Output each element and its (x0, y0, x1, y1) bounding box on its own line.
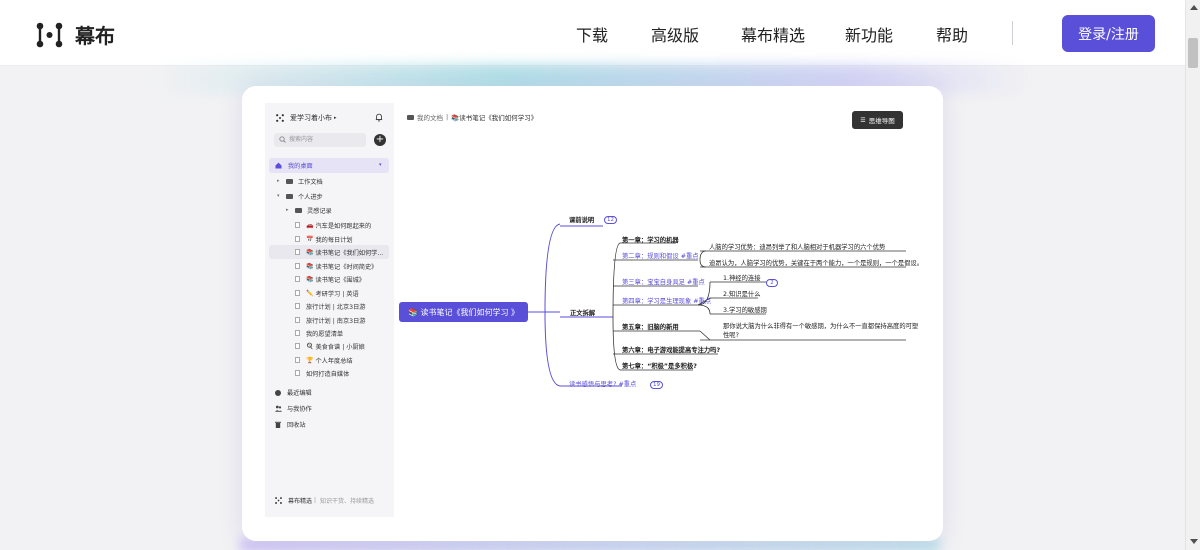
node-ch4-a[interactable]: 1.神经的连接 (723, 273, 761, 282)
node-ch4[interactable]: 第四章：学习是生理现象 #重点 (622, 296, 711, 305)
node-intro-badge[interactable]: 12 (604, 216, 617, 224)
tag-important[interactable]: #重点 (681, 253, 699, 260)
node-ch3-label: 第三章：宝宝自身具足 (622, 279, 685, 286)
node-ch5-b[interactable]: 那你说大脑为什么非得有一个敏感期，为什么不一直都保持高度的可塑 (723, 321, 918, 330)
tag-important[interactable]: #重点 (687, 279, 705, 286)
node-ch2-b[interactable]: 迪昂认为，人脑学习的优势，关键在于两个能力，一个是规则，一个是假设。 (709, 258, 923, 267)
node-ch4-b[interactable]: 2.知识是什么 (723, 289, 761, 298)
node-ch3[interactable]: 第三章：宝宝自身具足 #重点 (622, 277, 705, 286)
mindmap-root-node[interactable]: 📚 读书笔记《我们如何学习 》 (399, 302, 528, 322)
node-ch6[interactable]: 第六章：电子游戏能提高专注力吗? (622, 345, 720, 354)
node-ch4-label: 第四章：学习是生理现象 (622, 298, 692, 305)
node-intro[interactable]: 课前说明 (569, 215, 594, 224)
node-reflect-label: 读书感悟与思考? (569, 381, 617, 388)
mindmap-connectors (528, 223, 906, 387)
node-ch1[interactable]: 第一章：学习的机器 (622, 235, 679, 244)
node-main[interactable]: 正文拆解 (570, 308, 595, 317)
node-ch4-badge[interactable]: 2 (766, 279, 778, 287)
node-reflect[interactable]: 读书感悟与思考? #重点 (569, 379, 636, 388)
node-ch2-a[interactable]: 人脑的学习优势：迪昂列举了和人脑相对于机器学习的六个优势 (709, 242, 885, 251)
node-ch5-a[interactable]: 3.学习的敏感期 (723, 305, 767, 314)
tag-important[interactable]: #重点 (618, 381, 636, 388)
tag-important[interactable]: #重点 (693, 298, 711, 305)
node-ch2[interactable]: 第二章：规则和假设 #重点 (622, 251, 699, 260)
node-ch2-label: 第二章：规则和假设 (622, 253, 679, 260)
node-ch5[interactable]: 第五章：旧脑的新用 (622, 322, 679, 331)
node-reflect-badge[interactable]: 19 (650, 381, 663, 389)
node-ch5-c[interactable]: 性呢? (723, 330, 739, 339)
node-ch7[interactable]: 第七章：“积极”是多积极? (622, 361, 697, 370)
